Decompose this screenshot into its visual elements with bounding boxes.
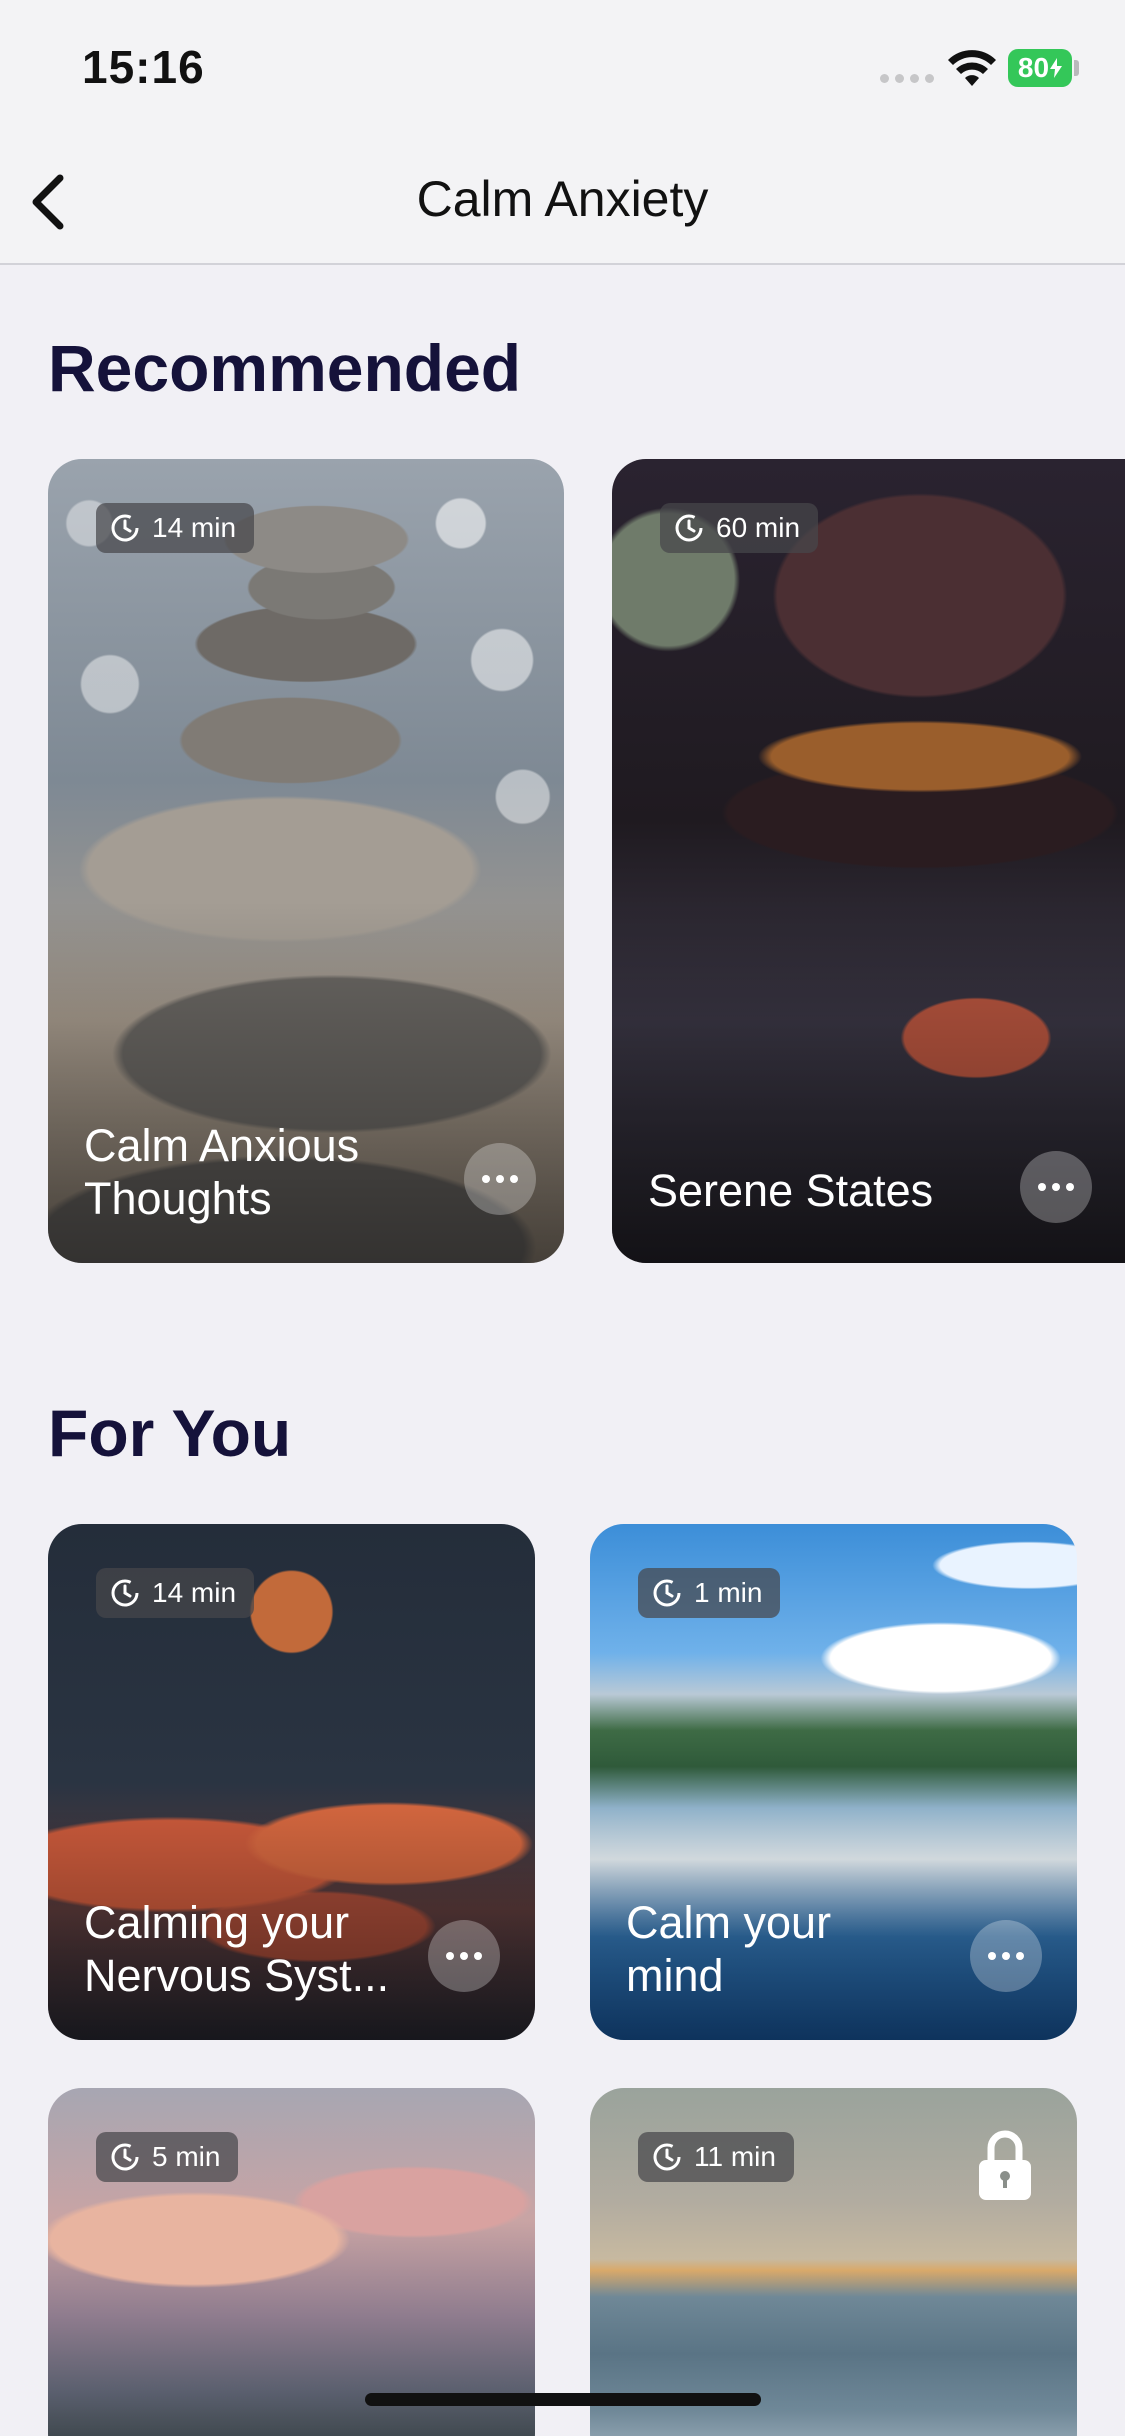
card-title: Calm Anxious Thoughts xyxy=(84,1120,360,1224)
duration-badge: 11 min xyxy=(638,2132,794,2182)
wifi-icon xyxy=(948,50,996,86)
recommended-card-serene-states[interactable]: 60 min Serene States xyxy=(612,459,1125,1263)
charging-bolt-icon xyxy=(1050,58,1063,78)
for-you-card-sea[interactable]: 11 min xyxy=(590,2088,1077,2436)
timer-icon xyxy=(653,2143,681,2171)
card-title: Calm your mind xyxy=(626,1897,832,2001)
duration-label: 14 min xyxy=(152,1577,237,1608)
timer-icon xyxy=(111,514,139,542)
navigation-bar: Calm Anxiety xyxy=(0,140,1125,265)
status-bar: 15:16 80 xyxy=(0,0,1125,140)
duration-label: 1 min xyxy=(694,1577,763,1608)
for-you-heading: For You xyxy=(48,1396,292,1470)
for-you-card-calming-nervous-system[interactable]: 14 min Calming your Nervous Syst... xyxy=(48,1524,535,2040)
home-indicator[interactable] xyxy=(365,2393,761,2406)
duration-badge: 1 min xyxy=(638,1568,781,1618)
timer-icon xyxy=(111,2143,139,2171)
battery-tip xyxy=(1074,60,1079,76)
duration-badge: 60 min xyxy=(660,503,819,553)
duration-label: 60 min xyxy=(716,512,801,543)
for-you-card-calm-your-mind[interactable]: 1 min Calm your mind xyxy=(590,1524,1077,2040)
recommended-card-calm-anxious-thoughts[interactable]: 14 min Calm Anxious Thoughts xyxy=(48,459,564,1263)
duration-label: 14 min xyxy=(152,512,237,543)
timer-icon xyxy=(653,1579,681,1607)
timer-icon xyxy=(111,1579,139,1607)
more-options-button[interactable] xyxy=(1020,1151,1092,1223)
card-title: Serene States xyxy=(648,1165,934,1216)
duration-badge: 5 min xyxy=(96,2132,239,2182)
duration-badge: 14 min xyxy=(96,503,255,553)
recommended-heading: Recommended xyxy=(48,331,522,405)
more-options-button[interactable] xyxy=(428,1920,500,1992)
for-you-card-sunset[interactable]: 5 min xyxy=(48,2088,535,2436)
battery-icon: 80 xyxy=(1008,49,1072,87)
card-title: Calming your Nervous Syst... xyxy=(84,1897,390,2001)
duration-label: 5 min xyxy=(152,2141,221,2172)
lock-icon xyxy=(979,2130,1031,2200)
more-options-button[interactable] xyxy=(970,1920,1042,1992)
page-title: Calm Anxiety xyxy=(416,171,709,227)
battery-level: 80 xyxy=(1017,52,1050,83)
timer-icon xyxy=(675,514,703,542)
duration-label: 11 min xyxy=(694,2141,776,2172)
status-time: 15:16 xyxy=(82,41,205,93)
cellular-signal-icon xyxy=(880,74,934,83)
more-options-button[interactable] xyxy=(464,1143,536,1215)
card-shade xyxy=(612,459,1125,1263)
duration-badge: 14 min xyxy=(96,1568,255,1618)
